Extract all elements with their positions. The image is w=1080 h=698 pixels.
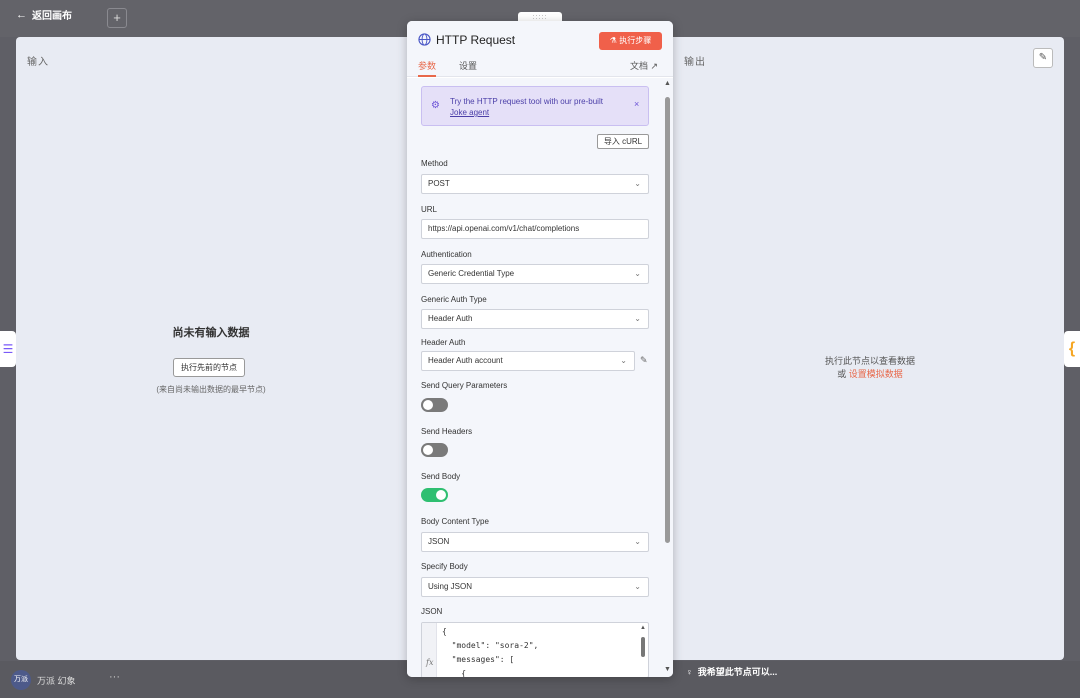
- scroll-down-arrow[interactable]: ▼: [664, 666, 671, 673]
- chevron-down-icon: ⌄: [634, 582, 641, 591]
- body-content-type-select[interactable]: JSON ⌄: [421, 532, 649, 552]
- execute-step-button[interactable]: ⚗ 执行步骤: [599, 32, 662, 50]
- authentication-label: Authentication: [421, 250, 472, 259]
- braces-icon: {: [1068, 340, 1076, 357]
- import-curl-button[interactable]: 导入 cURL: [597, 134, 649, 149]
- input-drawer-handle[interactable]: ☰: [0, 331, 16, 367]
- toggle-knob: [423, 400, 433, 410]
- chevron-down-icon: ⌄: [634, 269, 641, 278]
- robot-icon: ⚙: [431, 100, 440, 111]
- toggle-knob: [436, 490, 446, 500]
- add-node-button[interactable]: +: [107, 8, 127, 28]
- url-label: URL: [421, 205, 438, 214]
- avatar[interactable]: 万派: [11, 670, 31, 690]
- toggle-knob: [423, 445, 433, 455]
- editor-scrollbar[interactable]: [641, 637, 645, 657]
- send-headers-label: Send Headers: [421, 427, 473, 436]
- flask-icon: ⚗: [609, 36, 617, 45]
- url-value: https://api.openai.com/v1/chat/completio…: [428, 224, 580, 233]
- pencil-icon[interactable]: ✎: [640, 355, 648, 366]
- panel-scrollbar[interactable]: ▲ ▼: [664, 80, 671, 676]
- fx-icon[interactable]: fx: [426, 658, 433, 667]
- header-auth-label: Header Auth: [421, 338, 466, 347]
- json-editor[interactable]: fx { "model": "sora-2", "messages": [ { …: [421, 622, 649, 677]
- header-auth-select[interactable]: Header Auth account ⌄: [421, 351, 635, 371]
- back-arrow-icon: ←: [16, 8, 27, 21]
- output-msg-line: 执行此节点以查看数据: [824, 356, 915, 366]
- parameters-panel: HTTP Request ⚗ 执行步骤 参数 设置 文档 ↗ ⚙ Try the…: [407, 21, 673, 677]
- tab-parameters[interactable]: 参数: [418, 59, 437, 77]
- send-headers-toggle[interactable]: [421, 443, 448, 457]
- user-more-button[interactable]: ···: [109, 671, 120, 683]
- close-icon[interactable]: ×: [634, 99, 639, 109]
- output-msg-or: 或: [837, 369, 847, 379]
- joke-agent-link[interactable]: Joke agent: [450, 108, 489, 117]
- execute-step-label: 执行步骤: [619, 36, 652, 45]
- specify-body-select[interactable]: Using JSON ⌄: [421, 577, 649, 597]
- no-input-title: 尚未有输入数据: [172, 327, 250, 339]
- generic-auth-type-value: Header Auth: [428, 314, 473, 323]
- chevron-down-icon: ⌄: [634, 179, 641, 188]
- code-line: "messages": [: [442, 655, 515, 664]
- pencil-icon: ✎: [1038, 52, 1048, 63]
- scroll-thumb[interactable]: [665, 97, 670, 543]
- send-query-label: Send Query Parameters: [421, 381, 508, 390]
- run-previous-nodes-button[interactable]: 执行先前的节点: [173, 358, 245, 377]
- node-hint[interactable]: ♀ 我希望此节点可以...: [686, 665, 777, 678]
- edit-output-button[interactable]: ✎: [1033, 48, 1053, 68]
- send-body-toggle[interactable]: [421, 488, 448, 502]
- code-line: {: [442, 669, 467, 677]
- docs-label: 文档: [630, 61, 649, 71]
- method-select[interactable]: POST ⌄: [421, 174, 649, 194]
- send-body-label: Send Body: [421, 472, 461, 481]
- input-pane-label: 输入: [27, 57, 49, 68]
- code-line: "model": "sora-2",: [442, 641, 539, 650]
- chevron-down-icon: ⌄: [634, 314, 641, 323]
- scroll-up-arrow[interactable]: ▲: [664, 80, 671, 87]
- authentication-select[interactable]: Generic Credential Type ⌄: [421, 264, 649, 284]
- authentication-value: Generic Credential Type: [428, 269, 515, 278]
- specify-body-label: Specify Body: [421, 562, 468, 571]
- output-drawer-handle[interactable]: {: [1064, 331, 1080, 367]
- panel-header: HTTP Request ⚗ 执行步骤 参数 设置 文档 ↗: [407, 21, 673, 77]
- banner-message: Try the HTTP request tool with our pre-b…: [450, 97, 603, 106]
- body-content-type-label: Body Content Type: [421, 517, 489, 526]
- specify-body-value: Using JSON: [428, 582, 473, 591]
- code-line: {: [442, 627, 447, 636]
- json-label: JSON: [421, 607, 443, 616]
- output-pane-label: 输出: [684, 57, 706, 68]
- user-name: 万派 幻象: [37, 676, 76, 686]
- method-label: Method: [421, 159, 448, 168]
- generic-auth-type-label: Generic Auth Type: [421, 295, 487, 304]
- panel-tabs: 参数 设置 文档 ↗: [407, 59, 673, 77]
- body-content-type-value: JSON: [428, 537, 450, 546]
- external-link-icon: ↗: [650, 61, 659, 71]
- globe-icon: [418, 33, 431, 46]
- list-icon: ☰: [2, 342, 14, 356]
- send-query-toggle[interactable]: [421, 398, 448, 412]
- output-empty-message: 执行此节点以查看数据 或 设置模拟数据: [676, 355, 1064, 381]
- lightbulb-icon: ♀: [686, 666, 693, 677]
- method-value: POST: [428, 179, 450, 188]
- panel-title: HTTP Request: [436, 33, 516, 47]
- tab-settings[interactable]: 设置: [459, 59, 477, 77]
- chevron-down-icon: ⌄: [620, 356, 627, 365]
- editor-scroll-up[interactable]: ▲: [640, 625, 646, 631]
- editor-gutter: fx: [422, 623, 437, 677]
- tab-docs[interactable]: 文档 ↗: [630, 59, 658, 77]
- chevron-down-icon: ⌄: [634, 537, 641, 546]
- set-mock-data-link[interactable]: 设置模拟数据: [849, 369, 903, 379]
- url-input[interactable]: https://api.openai.com/v1/chat/completio…: [421, 219, 649, 239]
- header-auth-value: Header Auth account: [428, 356, 503, 365]
- panel-body: ⚙ Try the HTTP request tool with our pre…: [407, 78, 673, 677]
- banner-text: Try the HTTP request tool with our pre-b…: [450, 96, 630, 118]
- generic-auth-type-select[interactable]: Header Auth ⌄: [421, 309, 649, 329]
- joke-agent-banner: ⚙ Try the HTTP request tool with our pre…: [421, 86, 649, 126]
- node-hint-text: 我希望此节点可以...: [697, 667, 778, 677]
- back-label: 返回画布: [32, 11, 72, 22]
- back-to-canvas-link[interactable]: ← 返回画布: [16, 7, 72, 23]
- no-input-subtitle: (来自尚未输出数据的最早节点): [156, 385, 266, 394]
